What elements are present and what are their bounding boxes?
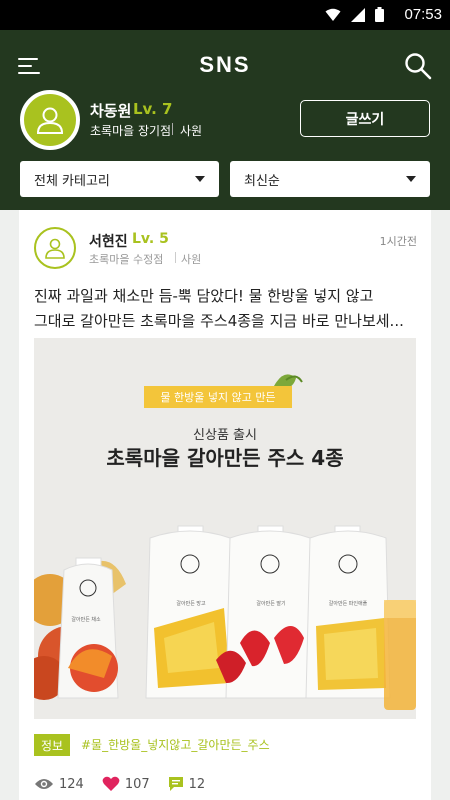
post-image[interactable]: 물 한방울 넣지 않고 만든 신상품 출시 초록마을 갈아만든 주스 4종 갈아… — [34, 338, 416, 719]
page-title: SNS — [199, 52, 251, 77]
comment-icon[interactable] — [168, 776, 184, 792]
user-icon — [36, 107, 64, 134]
post-stats: 124 107 12 — [34, 776, 223, 792]
post-author-role: 사원 — [181, 253, 202, 266]
views-stat: 124 — [34, 777, 84, 792]
comments-count: 12 — [188, 776, 206, 792]
eye-icon — [35, 779, 53, 789]
profile-store: 초록마을 장기점 — [90, 124, 172, 138]
comments-stat[interactable]: 12 — [168, 776, 206, 792]
pouch-label: 갈아만든 채소 — [71, 617, 101, 623]
post-author-name[interactable]: 서현진 — [89, 231, 128, 251]
pouch-mango — [145, 525, 235, 699]
post-body[interactable]: 진짜 과일과 채소만 듬-뿍 담았다! 물 한방울 넣지 않고 그대로 갈아만든… — [34, 284, 424, 334]
pouch-label: 갈아만든 딸기 — [256, 601, 286, 607]
profile-level: Lv. 7 — [133, 100, 173, 118]
sort-dropdown-label: 최신순 — [244, 173, 280, 189]
status-time: 07:53 — [404, 6, 442, 23]
pouch-pineapple — [305, 525, 391, 699]
wifi-icon — [325, 8, 341, 21]
user-icon — [45, 238, 65, 259]
pouch-vegetable — [57, 557, 119, 699]
status-icons — [325, 7, 384, 22]
sort-dropdown[interactable]: 최신순 — [230, 161, 430, 197]
image-subtitle: 신상품 출시 — [193, 428, 257, 443]
image-banner: 물 한방울 넣지 않고 만든 — [144, 386, 292, 408]
views-count: 124 — [59, 776, 84, 792]
pouch-label: 갈아만든 망고 — [176, 601, 206, 607]
status-bar: 07:53 — [0, 0, 450, 30]
post-author-level: Lv. 5 — [132, 231, 169, 247]
avatar[interactable] — [20, 90, 80, 150]
pouch-label: 갈아만든 파인애플 — [328, 601, 368, 607]
likes-count: 107 — [124, 776, 150, 792]
post-body-line: 그대로 갈아만든 초록마을 주스4종을 지금 바로 만나보세... — [34, 312, 404, 330]
profile-name: 차동원 — [90, 102, 132, 120]
category-dropdown[interactable]: 전체 카테고리 — [20, 161, 219, 197]
category-badge: 정보 — [34, 734, 71, 756]
pouch-strawberry — [216, 525, 315, 699]
post-timestamp: 1시간전 — [379, 235, 417, 248]
post-body-line: 진짜 과일과 채소만 듬-뿍 담았다! 물 한방울 넣지 않고 — [34, 287, 374, 305]
profile-role: 사원 — [180, 124, 203, 138]
image-title: 초록마을 갈아만든 주스 4종 — [106, 446, 344, 470]
write-post-button[interactable]: 글쓰기 — [300, 100, 430, 137]
post-card[interactable]: 서현진 Lv. 5 초록마을 수정점 사원 1시간전 진짜 과일과 채소만 듬-… — [19, 210, 431, 800]
divider — [172, 123, 173, 135]
search-icon[interactable] — [404, 52, 432, 80]
signal-icon — [351, 7, 365, 22]
divider — [175, 252, 176, 263]
hashtag-link[interactable]: #물_한방울_넣지않고_갈아만든_주스 — [81, 736, 270, 753]
app-header: SNS 차동원 Lv. 7 초록마을 장기점 사원 글쓰기 전체 카테고리 최신… — [0, 30, 450, 210]
caret-down-icon — [406, 176, 416, 182]
category-dropdown-label: 전체 카테고리 — [34, 173, 110, 189]
post-author-avatar[interactable] — [34, 227, 76, 269]
likes-stat[interactable]: 107 — [102, 776, 150, 792]
post-author-store: 초록마을 수정점 — [89, 253, 164, 266]
battery-icon — [375, 7, 384, 22]
caret-down-icon — [195, 176, 205, 182]
heart-icon[interactable] — [102, 776, 120, 792]
